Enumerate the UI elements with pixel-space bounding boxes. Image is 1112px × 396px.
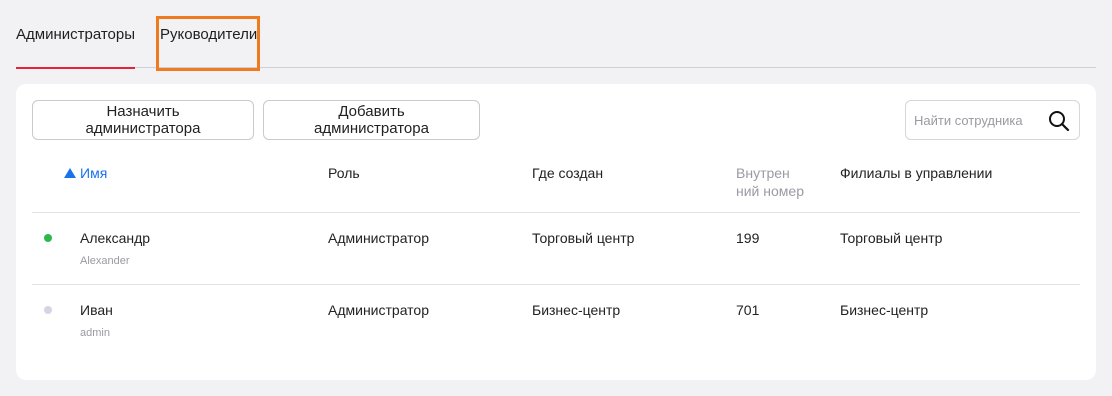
row-name: Александр [80,230,151,246]
row-name: Иван [80,302,113,318]
column-header-branches[interactable]: Филиалы в управлении [840,164,992,182]
add-admin-button[interactable]: Добавить администратора [263,100,480,140]
sort-ascending-icon [64,168,76,178]
tab-bar: Администраторы Руководители [16,0,1096,69]
row-branches: Торговый центр [840,230,943,246]
status-dot-online [44,234,52,242]
row-role: Администратор [328,302,430,318]
search-input[interactable] [914,109,1046,131]
row-extension: 701 [736,302,760,318]
row-created: Бизнес-центр [532,302,621,318]
column-header-name-label: Имя [80,165,108,181]
tab-managers[interactable]: Руководители [160,0,257,68]
assign-admin-button[interactable]: Назначить администратора [32,100,254,140]
column-header-name[interactable]: Имя [64,164,107,182]
row-branches: Бизнес-центр [840,302,929,318]
row-extension: 199 [736,230,760,246]
admins-card: Назначить администратора Добавить админи… [16,84,1096,380]
search-box [905,100,1080,140]
row-login: admin [80,327,110,339]
row-created: Торговый центр [532,230,635,246]
status-dot-offline [44,306,52,314]
column-header-extension: Внутрен ний номер [736,165,804,199]
row-role: Администратор [328,230,430,246]
column-header-role[interactable]: Роль [328,164,360,182]
table-row[interactable]: Иван admin Администратор Бизнес-центр 70… [16,285,1096,357]
search-icon[interactable] [1048,110,1070,132]
column-header-created[interactable]: Где создан [532,164,603,182]
tab-administrators[interactable]: Администраторы [16,0,136,69]
table-row[interactable]: Александр Alexander Администратор Торгов… [16,213,1096,285]
row-login: Alexander [80,255,130,267]
